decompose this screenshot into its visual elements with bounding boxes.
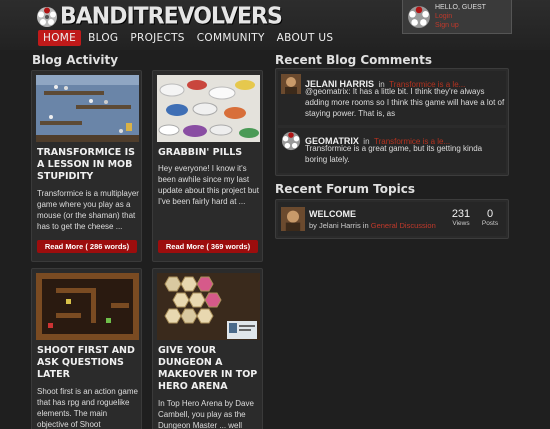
- user-avatar[interactable]: [281, 74, 301, 94]
- views-label: Views: [452, 220, 470, 227]
- post-thumbnail[interactable]: [157, 273, 260, 340]
- forum-in-label: in: [362, 221, 369, 230]
- user-box: HELLO, GUEST Login Sign up: [402, 0, 512, 34]
- recent-comments-heading: Recent Blog Comments: [275, 53, 432, 67]
- post-thumbnail[interactable]: [36, 273, 139, 340]
- blog-card[interactable]: SHOOT FIRST AND ASK QUESTIONS LATER Shoo…: [31, 268, 142, 429]
- revolver-cylinder-icon: [37, 6, 57, 27]
- blog-card[interactable]: TRANSFORMICE IS A LESSON IN MOB STUPIDIT…: [31, 70, 142, 262]
- forum-category-link[interactable]: General Discussion: [371, 221, 436, 230]
- site-logo[interactable]: BANDITREVOLVERS: [36, 3, 283, 30]
- forum-topic-author[interactable]: Jelani Harris: [319, 221, 361, 230]
- recent-forum-heading: Recent Forum Topics: [275, 182, 415, 196]
- post-excerpt: Transformice is a multiplayer game where…: [37, 189, 139, 231]
- post-excerpt: Shoot first is an action game that has r…: [37, 387, 138, 429]
- signup-link[interactable]: Sign up: [435, 21, 486, 30]
- posts-stat: 0 Posts: [478, 208, 502, 227]
- nav-projects[interactable]: PROJECTS: [125, 30, 189, 46]
- read-more-button[interactable]: Read More ( 286 words): [37, 240, 137, 253]
- forum-by-label: by: [309, 221, 317, 230]
- post-thumbnail[interactable]: [36, 75, 139, 142]
- nav-about-us[interactable]: ABOUT US: [272, 30, 339, 46]
- post-excerpt: Hey everyone! I know it's been awhile si…: [158, 164, 259, 206]
- posts-label: Posts: [481, 220, 499, 227]
- comment-text: Transformice is a great game, but its ge…: [305, 144, 483, 164]
- user-greeting: HELLO, GUEST: [435, 4, 486, 11]
- post-title[interactable]: GIVE YOUR DUNGEON A MAKEOVER IN TOP HERO…: [158, 345, 260, 393]
- post-thumbnail[interactable]: [157, 75, 260, 142]
- main-nav: HOME BLOG PROJECTS COMMUNITY ABOUT US: [38, 30, 340, 46]
- nav-blog[interactable]: BLOG: [83, 30, 123, 46]
- views-count: 231: [451, 208, 471, 220]
- forum-topic-row: WELCOME by Jelani Harris in General Disc…: [278, 202, 506, 236]
- forum-panel: WELCOME by Jelani Harris in General Disc…: [275, 199, 509, 239]
- blog-card[interactable]: GIVE YOUR DUNGEON A MAKEOVER IN TOP HERO…: [152, 268, 263, 429]
- comment-item: GEOMATRIX in Transformice is a le... Tra…: [278, 128, 506, 173]
- posts-count: 0: [486, 208, 494, 220]
- blog-card[interactable]: GRABBIN' PILLS Hey everyone! I know it's…: [152, 70, 263, 262]
- guest-avatar-icon: [408, 6, 430, 28]
- comment-item: JELANI HARRIS in Transformice is a le...…: [278, 71, 506, 125]
- user-avatar[interactable]: [281, 131, 301, 151]
- post-title[interactable]: SHOOT FIRST AND ASK QUESTIONS LATER: [37, 345, 139, 381]
- read-more-button[interactable]: Read More ( 369 words): [158, 240, 258, 253]
- post-excerpt: In Top Hero Arena by Dave Cambell, you p…: [158, 399, 254, 429]
- comment-text: @geomatrix: It has a little bit. I think…: [305, 87, 505, 118]
- site-header: BANDITREVOLVERS HELLO, GUEST Login Sign …: [0, 0, 550, 50]
- logo-text: BANDITREVOLVERS: [60, 3, 283, 30]
- post-title[interactable]: TRANSFORMICE IS A LESSON IN MOB STUPIDIT…: [37, 147, 139, 183]
- login-link[interactable]: Login: [435, 12, 486, 21]
- comments-panel: JELANI HARRIS in Transformice is a le...…: [275, 68, 509, 176]
- user-avatar[interactable]: [281, 207, 305, 231]
- nav-home[interactable]: HOME: [38, 30, 82, 46]
- blog-activity-heading: Blog Activity: [32, 53, 119, 67]
- forum-topic-title[interactable]: WELCOME: [309, 209, 356, 219]
- post-title[interactable]: GRABBIN' PILLS: [158, 147, 260, 159]
- views-stat: 231 Views: [448, 208, 474, 227]
- nav-community[interactable]: COMMUNITY: [192, 30, 270, 46]
